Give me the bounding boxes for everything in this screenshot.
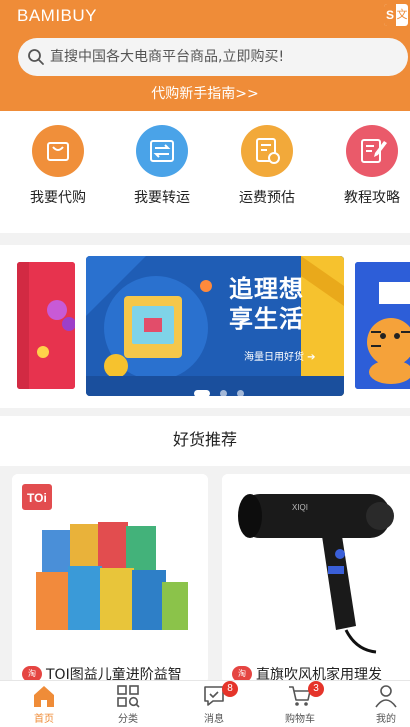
app-brand: BAMIBUY <box>17 6 98 25</box>
search-icon <box>28 49 44 65</box>
section-title: 好货推荐 <box>0 416 410 466</box>
action-transfer[interactable]: 我要转运 <box>122 125 202 225</box>
quick-actions: 我要代购 我要转运 运费预估 教程攻略 <box>0 111 410 233</box>
header: BAMIBUY S文 直搜中国各大电商平台商品,立即购买! 代购新手指南>> <box>0 0 410 111</box>
action-purchase-label: 我要代购 <box>30 190 86 206</box>
nav-profile-label: 我的 <box>376 714 396 725</box>
banner-title-line1: 追理想 <box>229 275 304 303</box>
nav-category-label: 分类 <box>118 714 138 725</box>
carousel-indicator <box>194 382 249 396</box>
product-card[interactable]: XIQI 淘 直旗吹风机家用理发 <box>222 474 410 684</box>
search-placeholder: 直搜中国各大电商平台商品,立即购买! <box>50 49 285 65</box>
nav-profile[interactable]: 我的 <box>356 683 410 727</box>
bottom-nav: 首页 分类 消息 8 购物车 3 我的 <box>0 680 410 727</box>
banner-slide-next[interactable] <box>355 262 410 389</box>
carousel-dot[interactable] <box>194 390 210 396</box>
shopping-bag-icon <box>32 125 84 177</box>
action-purchase[interactable]: 我要代购 <box>18 125 98 225</box>
guide-icon <box>346 125 398 177</box>
product-image: XIQI <box>222 474 410 659</box>
brand-label: TOi <box>27 491 47 505</box>
nav-home[interactable]: 首页 <box>14 683 74 727</box>
banner-title-line2: 享生活 <box>229 305 304 333</box>
guide-link[interactable]: 代购新手指南>> <box>0 83 410 103</box>
search-input[interactable]: 直搜中国各大电商平台商品,立即购买! <box>18 38 408 76</box>
category-icon <box>117 685 140 708</box>
action-guide[interactable]: 教程攻略 <box>332 125 410 225</box>
home-icon <box>34 686 54 707</box>
banner-carousel[interactable]: 追理想 享生活 海量日用好货 ➔ <box>0 245 410 408</box>
action-guide-label: 教程攻略 <box>344 190 400 206</box>
transfer-icon <box>136 125 188 177</box>
nav-cart[interactable]: 购物车 3 <box>270 681 330 727</box>
message-count-badge: 8 <box>222 681 238 697</box>
banner-illustration <box>86 256 344 396</box>
carousel-dot[interactable] <box>220 390 228 396</box>
banner-slide-main[interactable]: 追理想 享生活 海量日用好货 ➔ <box>86 256 344 396</box>
carousel-dot[interactable] <box>237 390 245 396</box>
cart-count-badge: 3 <box>308 681 324 697</box>
calculator-icon <box>241 125 293 177</box>
nav-messages-label: 消息 <box>204 714 224 725</box>
product-grid: TOi 淘 TOI图益儿童进阶益智 XIQI 淘 直旗吹风机家用理发 <box>0 474 410 684</box>
profile-icon <box>375 685 397 708</box>
product-card[interactable]: TOi 淘 TOI图益儿童进阶益智 <box>12 474 208 684</box>
language-switch-icon[interactable]: S文 <box>384 4 408 26</box>
action-estimate[interactable]: 运费预估 <box>227 125 307 225</box>
banner-subtitle-text: 海量日用好货 <box>244 352 304 363</box>
nav-home-label: 首页 <box>34 714 54 725</box>
nav-messages[interactable]: 消息 8 <box>184 681 244 727</box>
product-image: TOi <box>12 474 208 659</box>
action-transfer-label: 我要转运 <box>134 190 190 206</box>
nav-category[interactable]: 分类 <box>98 683 158 727</box>
banner-title: 追理想 享生活 <box>229 274 304 334</box>
product-brand-label: XIQI <box>292 503 308 512</box>
action-estimate-label: 运费预估 <box>239 190 295 206</box>
banner-slide-prev[interactable] <box>17 262 75 389</box>
nav-cart-label: 购物车 <box>285 714 315 725</box>
banner-subtitle: 海量日用好货 ➔ <box>244 352 316 363</box>
